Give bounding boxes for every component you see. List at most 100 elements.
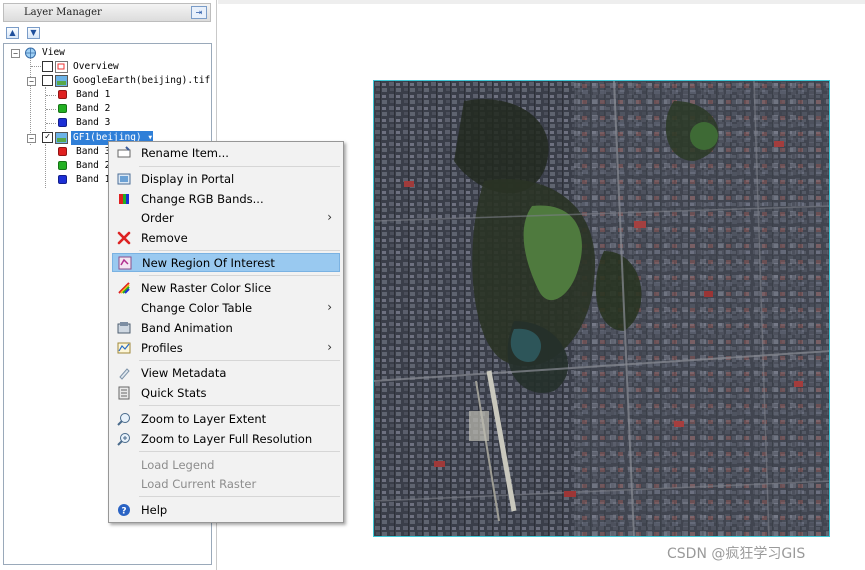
zoom-full-icon (117, 433, 130, 446)
rgb-bands-icon (119, 194, 129, 204)
overview-icon (55, 61, 68, 73)
menu-separator (139, 451, 340, 452)
stats-icon (118, 386, 130, 400)
menu-item-zoom-layer-extent[interactable]: Zoom to Layer Extent (112, 410, 340, 429)
animation-icon (117, 322, 131, 334)
tree-item-band[interactable]: Band 3 (56, 145, 116, 159)
collapse-icon[interactable]: − (27, 77, 36, 86)
menu-label: Profiles (141, 341, 183, 355)
menu-item-remove[interactable]: Remove (112, 229, 340, 248)
menu-label: Remove (141, 231, 188, 245)
tree-item-band[interactable]: Band 1 (56, 173, 116, 187)
menu-item-quick-stats[interactable]: Quick Stats (112, 384, 340, 403)
menu-label: Zoom to Layer Extent (141, 412, 267, 426)
band-label: Band 3 (76, 146, 111, 157)
menu-label: Change RGB Bands... (141, 192, 264, 206)
raster-layer-icon (55, 75, 68, 87)
submenu-arrow-icon: › (327, 210, 332, 224)
menu-label: View Metadata (141, 366, 227, 380)
menu-item-rename[interactable]: Rename Item... (112, 144, 340, 163)
menu-label: Band Animation (141, 321, 233, 335)
satellite-image (374, 81, 829, 536)
roi-icon (118, 256, 132, 270)
menu-separator (139, 360, 340, 361)
tree-label-view: View (42, 47, 65, 58)
menu-item-view-metadata[interactable]: View Metadata (112, 364, 340, 383)
svg-text:?: ? (121, 507, 126, 517)
menu-item-load-current-raster: Load Current Raster (112, 475, 340, 494)
remove-x-icon (117, 231, 131, 245)
band-label: Band 2 (76, 103, 111, 114)
zoom-extent-icon (117, 413, 130, 426)
menu-separator (139, 496, 340, 497)
tree-root-view[interactable]: − View (8, 46, 128, 60)
menu-separator (139, 166, 340, 167)
down-arrow-icon[interactable]: ▼ (27, 27, 40, 39)
menu-item-profiles[interactable]: Profiles › (112, 339, 340, 358)
metadata-icon (119, 368, 130, 380)
menu-item-display-in-portal[interactable]: Display in Portal (112, 170, 340, 189)
menu-separator (139, 405, 340, 406)
up-arrow-icon[interactable]: ▲ (6, 27, 19, 39)
tree-line (45, 144, 46, 188)
tree-line (46, 109, 56, 110)
tree-item-layer-googleearth[interactable]: − GoogleEarth(beijing).tif (24, 74, 211, 88)
menu-label: New Region Of Interest (142, 256, 275, 270)
satellite-image-view[interactable] (373, 80, 830, 537)
tree-item-band[interactable]: Band 2 (56, 159, 116, 173)
tree-item-overview[interactable]: Overview (40, 60, 160, 74)
layer-manager-header: Layer Manager ⇥ (3, 3, 211, 22)
tree-item-band[interactable]: Band 1 (56, 88, 136, 102)
menu-item-order[interactable]: Order › (112, 209, 340, 228)
band-label: Band 3 (76, 117, 111, 128)
layer2-checkbox[interactable]: ✓ (42, 132, 53, 143)
menu-label: Display in Portal (141, 172, 235, 186)
menu-item-help[interactable]: ? Help (112, 501, 340, 520)
tree-label-layer1: GoogleEarth(beijing).tif (73, 75, 211, 86)
blue-band-icon (58, 118, 67, 127)
menu-label: Help (141, 503, 168, 517)
globe-icon (25, 47, 36, 59)
red-band-icon (58, 147, 67, 156)
profiles-icon (117, 342, 131, 354)
layer1-checkbox[interactable] (42, 75, 53, 86)
green-band-icon (58, 161, 67, 170)
menu-label: Quick Stats (141, 386, 207, 400)
menu-separator (139, 250, 340, 251)
portal-icon (117, 173, 131, 185)
menu-item-zoom-full-resolution[interactable]: Zoom to Layer Full Resolution (112, 430, 340, 449)
rename-icon (117, 146, 131, 158)
view-top-strip (218, 0, 865, 4)
submenu-arrow-icon: › (327, 300, 332, 314)
tree-line (46, 123, 56, 124)
menu-item-change-color-table[interactable]: Change Color Table › (112, 299, 340, 318)
band-label: Band 2 (76, 160, 111, 171)
dock-icon[interactable]: ⇥ (191, 6, 207, 19)
tree-label-overview: Overview (73, 61, 119, 72)
tree-item-band[interactable]: Band 3 (56, 116, 136, 130)
menu-separator (139, 275, 340, 276)
menu-label: Change Color Table (141, 301, 253, 315)
menu-item-new-raster-color-slice[interactable]: New Raster Color Slice (112, 279, 340, 298)
menu-label: Zoom to Layer Full Resolution (141, 432, 313, 446)
collapse-icon[interactable]: − (27, 134, 36, 143)
blue-band-icon (58, 175, 67, 184)
menu-item-new-roi[interactable]: New Region Of Interest (112, 253, 340, 272)
menu-label: Order (141, 211, 174, 225)
tree-item-band[interactable]: Band 2 (56, 102, 136, 116)
menu-item-band-animation[interactable]: Band Animation (112, 319, 340, 338)
tree-line (46, 95, 56, 96)
band-label: Band 1 (76, 89, 111, 100)
red-band-icon (58, 90, 67, 99)
band-label: Band 1 (76, 174, 111, 185)
menu-label: New Raster Color Slice (141, 281, 272, 295)
layer-context-menu: Rename Item... Display in Portal Change … (108, 141, 344, 523)
menu-item-load-legend: Load Legend (112, 456, 340, 475)
submenu-arrow-icon: › (327, 340, 332, 354)
collapse-icon[interactable]: − (11, 49, 20, 58)
menu-label: Load Current Raster (141, 477, 257, 491)
menu-label: Rename Item... (141, 146, 229, 160)
overview-checkbox[interactable] (42, 61, 53, 72)
menu-item-change-rgb-bands[interactable]: Change RGB Bands... (112, 190, 340, 209)
layer-manager-title: Layer Manager (24, 7, 102, 18)
